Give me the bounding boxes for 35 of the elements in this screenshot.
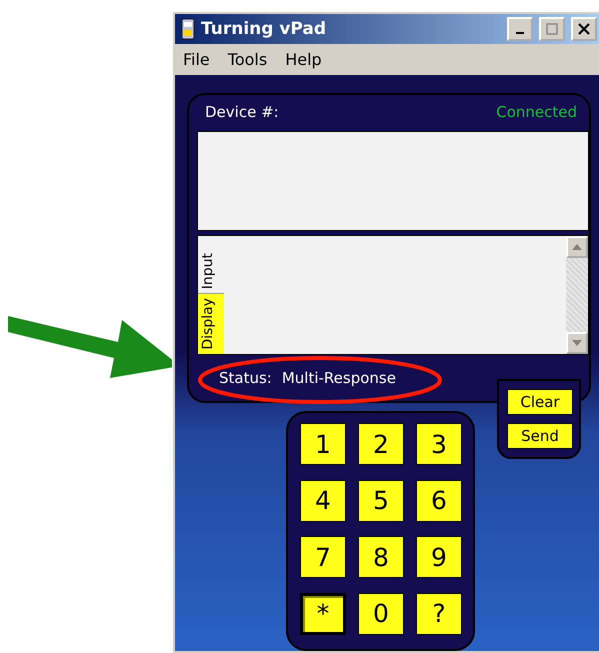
key-button[interactable]: 5 (358, 480, 404, 522)
key-button[interactable]: * (300, 592, 346, 634)
minimize-icon (516, 32, 524, 34)
action-button[interactable]: Send (507, 423, 573, 449)
connection-status: Connected (496, 103, 577, 121)
key-button[interactable]: 6 (416, 480, 462, 522)
key-button[interactable]: 4 (300, 480, 346, 522)
window-title: Turning vPad (201, 18, 328, 39)
down-icon (572, 340, 582, 346)
maximize-button[interactable] (539, 16, 565, 41)
status-value: Multi-Response (282, 369, 396, 387)
scroll-down-button[interactable] (566, 332, 588, 354)
key-button[interactable]: ? (416, 592, 462, 634)
scroll-up-button[interactable] (566, 236, 588, 258)
key-button[interactable]: 1 (300, 423, 346, 465)
close-icon (578, 22, 590, 35)
key-button[interactable]: 7 (300, 536, 346, 578)
maximize-icon (546, 22, 558, 35)
key-button[interactable]: 2 (358, 423, 404, 465)
key-button[interactable]: 9 (416, 536, 462, 578)
menu-item[interactable]: Tools (228, 50, 268, 69)
close-button[interactable] (571, 16, 597, 41)
menu-item[interactable]: Help (285, 50, 322, 69)
vertical-tab[interactable]: Display (198, 294, 224, 354)
key-button[interactable]: 0 (358, 592, 404, 634)
device-label: Device #: (205, 103, 279, 121)
status-label: Status: (219, 369, 272, 387)
up-icon (572, 244, 582, 250)
scrollbar[interactable] (566, 236, 588, 354)
key-button[interactable]: 8 (358, 536, 404, 578)
minimize-button[interactable] (507, 16, 533, 41)
app-icon (181, 18, 195, 40)
menu-item[interactable]: File (183, 50, 210, 69)
key-button[interactable]: 3 (416, 423, 462, 465)
action-button[interactable]: Clear (507, 389, 573, 415)
